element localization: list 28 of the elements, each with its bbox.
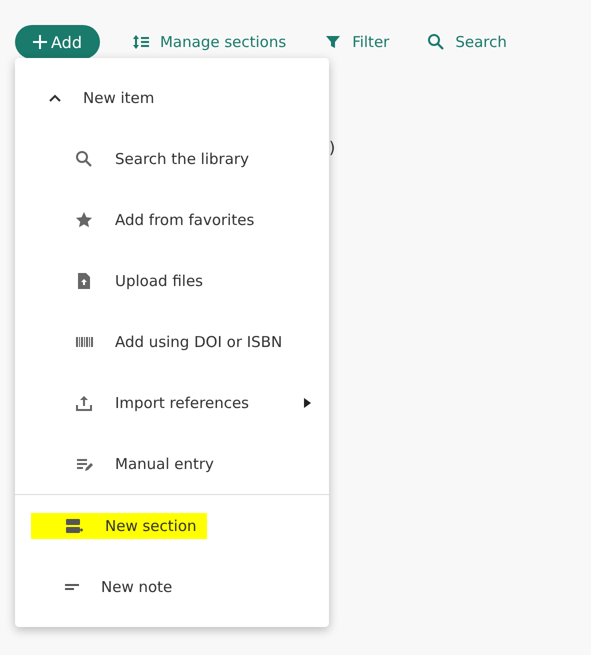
menu-item[interactable]: Add using DOI or ISBN: [15, 311, 329, 372]
section-add-icon: [65, 516, 83, 534]
menu-item[interactable]: New note: [15, 556, 329, 617]
search-icon: [427, 33, 446, 51]
sort-icon: [132, 33, 150, 51]
file-upload-icon: [75, 272, 93, 290]
chevron-up-icon: [49, 94, 61, 102]
search-icon: [75, 150, 93, 168]
menu-item[interactable]: New section: [15, 495, 329, 556]
menu-item[interactable]: Import references: [15, 372, 329, 433]
menu-item[interactable]: Manual entry: [15, 433, 329, 494]
toolbar-button[interactable]: Manage sections: [126, 33, 292, 51]
menu-item[interactable]: Add from favorites: [15, 189, 329, 250]
add-button[interactable]: Add: [15, 25, 100, 59]
filter-icon: [324, 33, 342, 51]
toolbar-button[interactable]: Search: [421, 33, 513, 51]
item-label: New note: [31, 574, 182, 600]
submenu-arrow-icon: [304, 398, 311, 408]
menu-group-header[interactable]: New item: [15, 68, 329, 128]
menu-item[interactable]: Upload files: [15, 250, 329, 311]
plus-icon: [33, 35, 47, 49]
star-icon: [75, 210, 93, 228]
highlight-mark: New section: [31, 512, 207, 538]
partial-text: ): [329, 138, 336, 157]
upload-icon: [75, 394, 93, 412]
toolbar-button[interactable]: Filter: [318, 33, 396, 51]
menu-item[interactable]: Search the library: [15, 128, 329, 189]
note-icon: [65, 584, 79, 590]
